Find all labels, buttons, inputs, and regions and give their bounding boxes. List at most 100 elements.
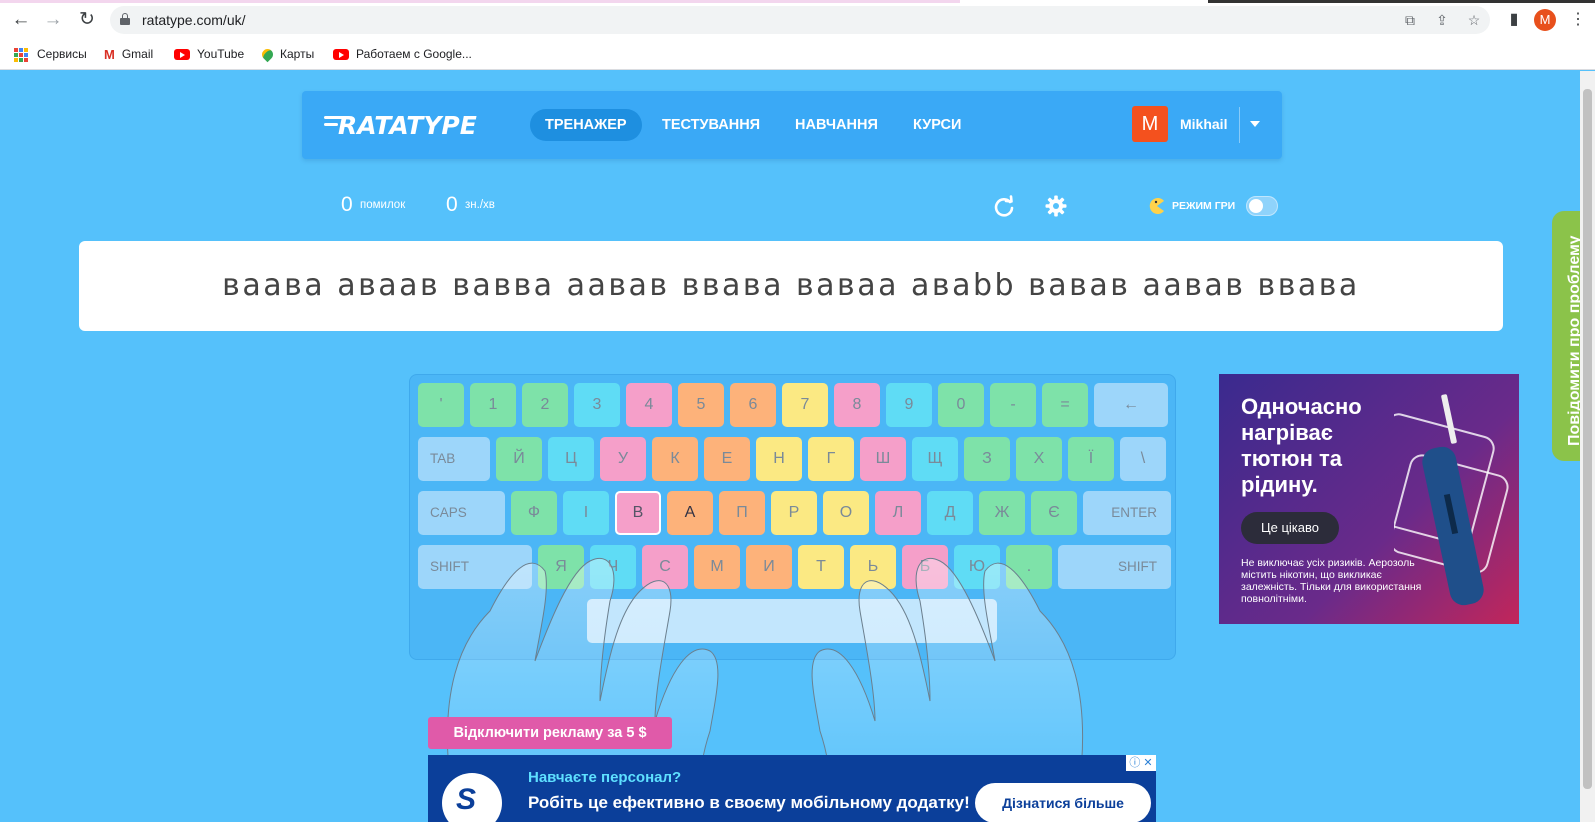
speed-label: зн./хв bbox=[465, 199, 495, 211]
side-panel-icon[interactable]: ▮ bbox=[1502, 8, 1526, 32]
user-name[interactable]: Mikhail bbox=[1180, 116, 1227, 132]
nav-courses[interactable]: КУРСИ bbox=[898, 109, 976, 141]
translate-icon[interactable]: ⧉ bbox=[1400, 10, 1420, 30]
ad-close-icon[interactable]: ⓘ ✕ bbox=[1126, 755, 1156, 771]
key-0-11[interactable]: - bbox=[990, 383, 1036, 427]
key-0-4[interactable]: 4 bbox=[626, 383, 672, 427]
key-3-10[interactable]: . bbox=[1006, 545, 1052, 589]
page-scrollbar[interactable] bbox=[1580, 71, 1595, 822]
bookmark-google-work[interactable]: Работаем с Google... bbox=[333, 45, 472, 63]
ad-banner-right[interactable]: Одночасно нагріває тютюн та рідину. Це ц… bbox=[1219, 374, 1519, 624]
key-0-9[interactable]: 9 bbox=[886, 383, 932, 427]
key-2-8[interactable]: Л bbox=[875, 491, 921, 535]
key-1-1[interactable]: Й bbox=[496, 437, 542, 481]
browser-toolbar: ← → ↻ ratatype.com/uk/ ⧉ ⇪ ☆ ▮ M ⋮ bbox=[0, 0, 1595, 38]
speed-value: 0 bbox=[446, 193, 458, 216]
star-icon[interactable]: ☆ bbox=[1464, 10, 1484, 30]
key-2-5[interactable]: П bbox=[719, 491, 765, 535]
key-3-5[interactable]: И bbox=[746, 545, 792, 589]
key-1-7[interactable]: Г bbox=[808, 437, 854, 481]
key-1-3[interactable]: У bbox=[600, 437, 646, 481]
forward-icon[interactable]: → bbox=[40, 8, 66, 32]
key-2-3[interactable]: В bbox=[615, 491, 661, 535]
key-1-12[interactable]: Ї bbox=[1068, 437, 1114, 481]
bookmark-youtube[interactable]: YouTube bbox=[174, 45, 244, 63]
key-0-3[interactable]: 3 bbox=[574, 383, 620, 427]
youtube-icon bbox=[174, 49, 190, 61]
space-key[interactable] bbox=[587, 599, 997, 643]
key-2-2[interactable]: І bbox=[563, 491, 609, 535]
maps-icon bbox=[259, 47, 276, 63]
key-0-8[interactable]: 8 bbox=[834, 383, 880, 427]
key-3-8[interactable]: Б bbox=[902, 545, 948, 589]
key-0-13[interactable]: ← bbox=[1094, 383, 1168, 427]
key-2-7[interactable]: О bbox=[823, 491, 869, 535]
key-3-1[interactable]: Я bbox=[538, 545, 584, 589]
key-0-5[interactable]: 5 bbox=[678, 383, 724, 427]
menu-icon[interactable]: ⋮ bbox=[1566, 8, 1590, 32]
key-2-0[interactable]: CAPS bbox=[418, 491, 505, 535]
gear-icon[interactable] bbox=[1044, 194, 1068, 218]
user-avatar[interactable]: M bbox=[1132, 106, 1168, 142]
pacman-icon bbox=[1149, 198, 1164, 214]
key-1-4[interactable]: К bbox=[652, 437, 698, 481]
ad-cta-button[interactable]: Це цікаво bbox=[1241, 512, 1339, 544]
key-1-5[interactable]: Е bbox=[704, 437, 750, 481]
errors-label: помилок bbox=[360, 199, 406, 211]
game-mode-label: РЕЖИМ ГРИ bbox=[1172, 200, 1236, 212]
key-1-2[interactable]: Ц bbox=[548, 437, 594, 481]
key-0-10[interactable]: 0 bbox=[938, 383, 984, 427]
errors-count: 0 bbox=[341, 193, 353, 216]
key-1-6[interactable]: Н bbox=[756, 437, 802, 481]
url-text[interactable]: ratatype.com/uk/ bbox=[142, 12, 246, 28]
address-bar[interactable]: ratatype.com/uk/ ⧉ ⇪ ☆ bbox=[110, 6, 1490, 34]
key-2-11[interactable]: Є bbox=[1031, 491, 1077, 535]
key-2-10[interactable]: Ж bbox=[979, 491, 1025, 535]
key-3-4[interactable]: М bbox=[694, 545, 740, 589]
bookmark-maps[interactable]: Карты bbox=[259, 45, 314, 63]
key-3-0[interactable]: SHIFT bbox=[418, 545, 532, 589]
remove-ads-button[interactable]: Відключити рекламу за 5 $ bbox=[428, 717, 672, 749]
key-3-6[interactable]: Т bbox=[798, 545, 844, 589]
profile-avatar[interactable]: M bbox=[1534, 9, 1556, 31]
bookmark-services[interactable]: Сервисы bbox=[14, 45, 87, 63]
key-2-12[interactable]: ENTER bbox=[1083, 491, 1171, 535]
chevron-down-icon[interactable] bbox=[1250, 121, 1260, 127]
key-1-9[interactable]: Щ bbox=[912, 437, 958, 481]
key-1-0[interactable]: TAB bbox=[418, 437, 490, 481]
game-mode-toggle[interactable] bbox=[1246, 196, 1278, 216]
key-3-11[interactable]: SHIFT bbox=[1058, 545, 1171, 589]
key-3-9[interactable]: Ю bbox=[954, 545, 1000, 589]
key-3-3[interactable]: С bbox=[642, 545, 688, 589]
key-2-9[interactable]: Д bbox=[927, 491, 973, 535]
ad-bottom-cta-button[interactable]: Дізнатися більше bbox=[975, 783, 1151, 822]
share-icon[interactable]: ⇪ bbox=[1432, 10, 1452, 30]
key-0-2[interactable]: 2 bbox=[522, 383, 568, 427]
key-2-4[interactable]: А bbox=[667, 491, 713, 535]
key-1-13[interactable]: \ bbox=[1120, 437, 1166, 481]
nav-testing[interactable]: ТЕСТУВАННЯ bbox=[647, 109, 775, 141]
bookmarks-bar: Сервисы M Gmail YouTube Карты Работаем с … bbox=[0, 38, 1595, 70]
device-image bbox=[1394, 394, 1509, 606]
nav-trainer[interactable]: ТРЕНАЖЕР bbox=[530, 109, 642, 141]
key-3-7[interactable]: Ь bbox=[850, 545, 896, 589]
key-0-7[interactable]: 7 bbox=[782, 383, 828, 427]
back-icon[interactable]: ← bbox=[8, 8, 34, 32]
restart-icon[interactable] bbox=[992, 195, 1016, 219]
key-0-6[interactable]: 6 bbox=[730, 383, 776, 427]
key-3-2[interactable]: Ч bbox=[590, 545, 636, 589]
key-0-12[interactable]: = bbox=[1042, 383, 1088, 427]
reload-icon[interactable]: ↻ bbox=[74, 8, 100, 32]
key-2-1[interactable]: Ф bbox=[511, 491, 557, 535]
key-1-11[interactable]: Х bbox=[1016, 437, 1062, 481]
key-2-6[interactable]: Р bbox=[771, 491, 817, 535]
key-0-1[interactable]: 1 bbox=[470, 383, 516, 427]
ad-banner-bottom[interactable]: S Навчаєте персонал? Робіть це ефективно… bbox=[428, 755, 1156, 822]
lock-icon[interactable] bbox=[120, 13, 130, 25]
bookmark-gmail[interactable]: M Gmail bbox=[104, 45, 153, 63]
nav-learning[interactable]: НАВЧАННЯ bbox=[780, 109, 893, 141]
key-0-0[interactable]: ' bbox=[418, 383, 464, 427]
key-1-10[interactable]: З bbox=[964, 437, 1010, 481]
exercise-text-box[interactable]: ваава аваав вавва аавав ввава вавaа аваb… bbox=[79, 241, 1503, 331]
key-1-8[interactable]: Ш bbox=[860, 437, 906, 481]
